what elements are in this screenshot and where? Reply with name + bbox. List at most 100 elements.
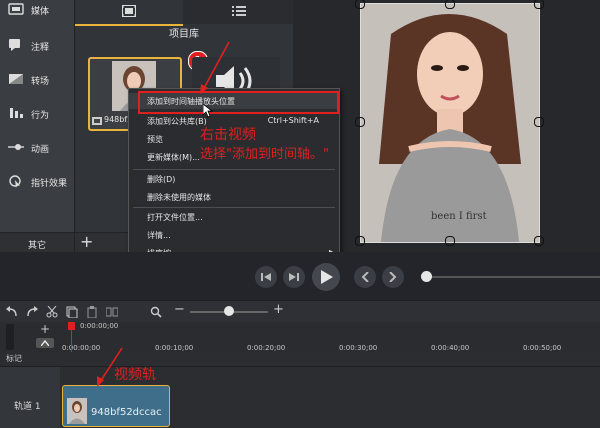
annotation-text-2: 选择"添加到时间轴。" <box>200 147 329 162</box>
redo-icon[interactable] <box>26 306 38 318</box>
split-icon[interactable] <box>106 306 118 318</box>
sidebar-item-media[interactable]: 媒体 <box>0 0 74 26</box>
step-back-icon <box>261 273 271 281</box>
sidebar-item-behavior[interactable]: 行为 <box>0 96 74 130</box>
sidebar-more[interactable]: 其它 <box>0 232 74 253</box>
previous-button[interactable] <box>354 266 376 288</box>
zoom-icon[interactable] <box>150 306 162 318</box>
timeline-ruler[interactable]: + 0:00:00;00 0:00:00;00 0:00:10;00 0:00:… <box>0 322 600 352</box>
playhead-time: 0:00:00;00 <box>80 322 119 330</box>
ruler-tick-label: 0:00:40;00 <box>431 344 470 352</box>
sidebar-item-label: 指针效果 <box>31 179 68 189</box>
media-icon <box>8 3 24 15</box>
copy-icon[interactable] <box>66 306 78 318</box>
track-toggle[interactable] <box>6 324 14 350</box>
step-forward-icon <box>289 273 299 281</box>
menu-item-label: 删除(D) <box>147 175 176 184</box>
sidebar-item-cursor-effects[interactable]: 指针效果 <box>0 164 74 198</box>
annotation-text-1: 右击视频 <box>200 127 256 143</box>
tab-library[interactable] <box>185 0 293 24</box>
annotation-icon <box>9 39 20 51</box>
sidebar-item-label: 媒体 <box>31 7 50 17</box>
play-icon <box>321 270 333 284</box>
next-button[interactable] <box>382 266 404 288</box>
resize-handle[interactable] <box>445 0 455 9</box>
menu-item-label: 删除未使用的媒体 <box>147 193 211 202</box>
playback-scrubber-track[interactable] <box>426 276 600 278</box>
chevron-right-icon <box>389 272 397 282</box>
annotation-arrow-icon <box>97 347 123 387</box>
sidebar: 媒体 注释 转场 行为 动画 指针效果 <box>0 0 75 252</box>
paste-icon[interactable] <box>86 306 98 318</box>
tab-media-bin[interactable] <box>75 0 183 26</box>
chevron-up-icon <box>41 340 49 346</box>
menu-item-delete[interactable]: 删除(D) <box>129 171 339 187</box>
marker-track-row <box>0 366 600 367</box>
sidebar-item-annotation[interactable]: 注释 <box>0 28 74 62</box>
menu-item-open-file-location[interactable]: 打开文件位置... <box>129 209 339 225</box>
film-icon <box>122 5 136 17</box>
add-track-button[interactable]: + <box>40 322 50 336</box>
ruler-tick-label: 0:00:30;00 <box>339 344 378 352</box>
canvas-video-frame[interactable]: been I first <box>360 3 540 243</box>
track-1-header[interactable]: 轨道 1 <box>0 367 60 428</box>
menu-item-delete-unused[interactable]: 删除未使用的媒体 <box>129 189 339 205</box>
sidebar-item-label: 行为 <box>31 111 50 121</box>
marker-track-label: 标记 <box>6 354 22 363</box>
resize-handle[interactable] <box>355 236 365 246</box>
menu-item-label: 打开文件位置... <box>147 213 203 222</box>
collapse-button[interactable] <box>36 338 54 348</box>
chevron-left-icon <box>361 272 369 282</box>
resize-handle[interactable] <box>534 117 544 127</box>
sidebar-item-animation[interactable]: 动画 <box>0 130 74 164</box>
timeline-toolbar: − + <box>0 300 600 323</box>
timeline-clip-thumbnail <box>67 398 87 424</box>
library-tabs <box>75 0 293 26</box>
menu-item-shortcut: Ctrl+Shift+A <box>267 116 319 125</box>
resize-handle[interactable] <box>534 236 544 246</box>
transition-icon <box>9 74 23 84</box>
playback-scrubber-handle[interactable] <box>421 271 432 282</box>
animation-icon <box>8 144 24 150</box>
sidebar-more-label: 其它 <box>27 241 46 251</box>
ruler-tick-label: 0:00:50;00 <box>523 344 562 352</box>
menu-item-label: 预览 <box>147 135 163 144</box>
resize-handle[interactable] <box>355 0 365 9</box>
zoom-slider-handle[interactable] <box>224 306 234 316</box>
add-media-button[interactable]: + <box>80 233 93 251</box>
video-clip-icon <box>92 117 102 125</box>
resize-handle[interactable] <box>534 0 544 9</box>
menu-item-label: 添加到公共库(B) <box>147 117 207 126</box>
resize-handle[interactable] <box>445 236 455 246</box>
context-menu: 添加到时间轴播放头位置 添加到公共库(B) Ctrl+Shift+A 预览 更新媒… <box>128 88 340 262</box>
menu-item-details[interactable]: 详情... <box>129 227 339 243</box>
step-forward-button[interactable] <box>283 266 305 288</box>
play-button[interactable] <box>312 263 340 291</box>
track-1-label: 轨道 1 <box>14 402 41 412</box>
timeline-clip-name: 948bf52dccac <box>91 407 162 418</box>
playhead-marker[interactable] <box>68 322 75 330</box>
mouse-cursor-icon <box>203 104 213 118</box>
sidebar-item-label: 注释 <box>31 43 50 53</box>
rewind-button[interactable] <box>255 266 277 288</box>
sidebar-item-transition[interactable]: 转场 <box>0 62 74 96</box>
annotation-arrow-icon <box>200 41 230 94</box>
resize-handle[interactable] <box>355 117 365 127</box>
menu-separator <box>133 169 335 170</box>
menu-item-label: 更新媒体(M)... <box>147 153 200 162</box>
behavior-icon <box>10 108 23 118</box>
cut-icon[interactable] <box>46 306 58 318</box>
timeline-clip[interactable]: 948bf52dccac <box>62 385 170 427</box>
highlight-box <box>138 91 339 114</box>
cursor-effect-icon <box>9 175 21 188</box>
sidebar-item-label: 动画 <box>31 145 50 155</box>
ruler-tick-label: 0:00:10;00 <box>155 344 194 352</box>
undo-icon[interactable] <box>6 306 18 318</box>
zoom-out-button[interactable]: − <box>174 302 185 317</box>
sidebar-item-label: 转场 <box>31 77 50 87</box>
library-title: 项目库 <box>169 29 199 40</box>
zoom-in-button[interactable]: + <box>273 302 284 317</box>
video-frame-image: been I first <box>361 4 539 242</box>
menu-item-label: 详情... <box>147 231 171 240</box>
svg-text:been I first: been I first <box>431 211 487 222</box>
